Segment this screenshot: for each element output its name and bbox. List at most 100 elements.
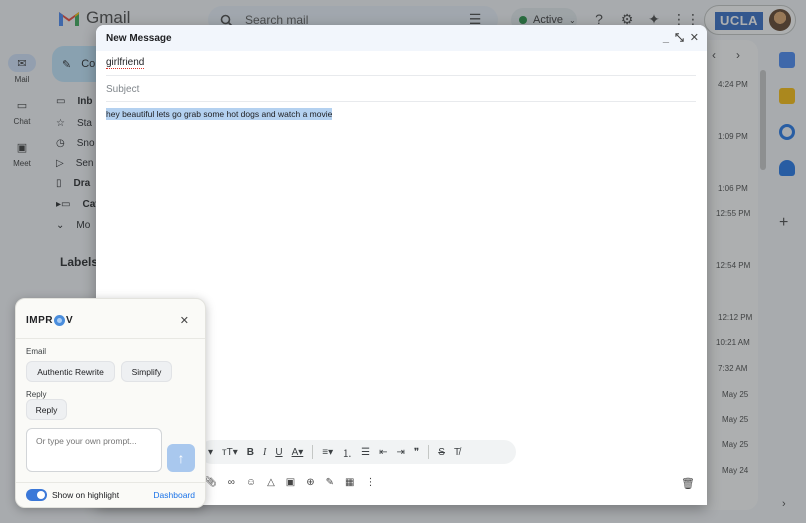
close-icon[interactable]: ✕ xyxy=(180,314,189,327)
folder-label: Inb xyxy=(77,96,93,107)
email-time: 1:06 PM xyxy=(718,184,748,193)
text-color-icon[interactable]: A▾ xyxy=(292,447,304,458)
folder-label: Sno xyxy=(76,138,95,149)
reply-section-label: Reply xyxy=(26,390,47,399)
star-icon: ☆ xyxy=(56,118,65,129)
to-field[interactable]: girlfriend xyxy=(106,51,696,76)
keep-icon[interactable] xyxy=(779,88,795,104)
email-section-label: Email xyxy=(26,347,47,356)
pencil-icon: ✎ xyxy=(62,58,72,71)
chevron-down-icon: ⌄ xyxy=(56,220,65,231)
prev-page-icon[interactable]: ‹ xyxy=(712,48,716,62)
next-page-icon[interactable]: › xyxy=(736,48,740,62)
bulleted-list-icon[interactable]: ☰ xyxy=(361,447,370,458)
subject-placeholder: Subject xyxy=(106,83,140,95)
arrow-up-icon: ↑ xyxy=(177,450,185,466)
clear-formatting-icon[interactable]: T̸ xyxy=(454,447,460,458)
label-icon: ▸▭ xyxy=(56,199,71,210)
email-time: 7:32 AM xyxy=(718,364,748,373)
toolbar-divider xyxy=(428,445,430,459)
indent-more-icon[interactable]: ⇥ xyxy=(396,447,404,458)
quote-icon[interactable]: ❞ xyxy=(414,447,419,458)
improv-panel: IMPR V ✕ Email Authentic Rewrite Simplify… xyxy=(15,298,206,508)
link-icon[interactable]: ∞ xyxy=(228,477,235,488)
toggle-label: Show on highlight xyxy=(52,490,120,500)
chat-icon: ▭ xyxy=(16,99,28,112)
improv-footer: Show on highlight Dashboard xyxy=(16,482,205,508)
indent-less-icon[interactable]: ⇤ xyxy=(379,447,387,458)
avatar[interactable] xyxy=(769,9,791,31)
nav-meet[interactable]: ▣ Meet xyxy=(0,138,44,169)
nav-mail[interactable]: ✉ Mail xyxy=(0,54,44,84)
contacts-icon[interactable] xyxy=(779,160,795,176)
mail-icon: ✉ xyxy=(8,54,36,72)
improv-logo-text: V xyxy=(66,315,74,326)
improv-o-icon xyxy=(54,315,65,326)
nav-label: Mail xyxy=(14,75,30,84)
org-badge: UCLA xyxy=(715,12,763,30)
close-icon[interactable]: ✕ xyxy=(690,31,699,45)
compose-title: New Message xyxy=(106,32,172,44)
add-addon-icon[interactable]: + xyxy=(779,214,788,232)
photo-icon[interactable]: ▣ xyxy=(286,477,295,488)
email-time: 10:21 AM xyxy=(716,338,750,347)
drive-icon[interactable]: △ xyxy=(267,477,275,488)
bold-icon[interactable]: B xyxy=(247,447,254,458)
show-on-highlight-toggle[interactable] xyxy=(26,489,47,501)
nav-label: Chat xyxy=(13,117,31,126)
simplify-button[interactable]: Simplify xyxy=(121,361,172,382)
trash-icon[interactable]: 🗑︎ xyxy=(681,477,695,490)
more-options-icon[interactable]: ⋮ xyxy=(365,477,375,488)
font-dropdown-icon[interactable]: ▾ xyxy=(208,447,213,458)
side-panel-bar: + › xyxy=(768,40,806,523)
email-time: 12:54 PM xyxy=(716,261,751,270)
folder-inbox[interactable]: ▭ Inb xyxy=(56,96,92,107)
subject-field[interactable]: Subject xyxy=(106,77,696,102)
signature-pen-icon[interactable]: ✎ xyxy=(326,477,334,488)
compose-label: Co xyxy=(81,58,96,70)
folder-snoozed[interactable]: ◷ Sno xyxy=(56,138,95,149)
authentic-rewrite-button[interactable]: Authentic Rewrite xyxy=(26,361,115,382)
folder-drafts[interactable]: ▯ Dra xyxy=(56,178,90,189)
compose-header[interactable]: New Message _ ⤡ ✕ xyxy=(96,25,707,51)
folder-categories[interactable]: ▸▭ Cat xyxy=(56,199,99,210)
improv-logo-text: IMPR xyxy=(26,315,53,326)
nav-chat[interactable]: ▭ Chat xyxy=(0,96,44,127)
folder-label: Mo xyxy=(76,220,91,231)
email-time: 4:24 PM xyxy=(718,80,748,89)
text-size-icon[interactable]: тT▾ xyxy=(222,447,238,458)
underline-icon[interactable]: U xyxy=(275,447,282,458)
email-time: May 24 xyxy=(722,466,749,475)
message-body[interactable]: hey beautiful lets go grab some hot dogs… xyxy=(106,108,333,120)
tasks-icon[interactable] xyxy=(779,124,795,140)
italic-icon[interactable]: I xyxy=(263,447,266,458)
calendar-icon[interactable] xyxy=(779,52,795,68)
reply-button[interactable]: Reply xyxy=(26,399,67,420)
nav-label: Meet xyxy=(13,159,31,168)
numbered-list-icon[interactable]: ⒈ xyxy=(342,445,352,460)
emoji-icon[interactable]: ☺ xyxy=(246,477,256,488)
folder-label: Sen xyxy=(75,158,94,169)
email-list-scrollbar[interactable] xyxy=(760,70,766,170)
schedule-icon[interactable]: ▦ xyxy=(345,477,354,488)
dashboard-link[interactable]: Dashboard xyxy=(153,490,195,500)
email-time: 12:55 PM xyxy=(716,209,751,218)
folder-label: Sta xyxy=(76,118,92,129)
folder-label: Dra xyxy=(73,178,91,189)
folder-sent[interactable]: ▷ Sen xyxy=(56,158,94,169)
strikethrough-icon[interactable]: S xyxy=(438,447,445,458)
account-switcher[interactable]: UCLA xyxy=(704,5,796,35)
custom-prompt-input[interactable] xyxy=(26,428,162,472)
folder-more[interactable]: ⌄ Mo xyxy=(56,220,90,231)
folder-starred[interactable]: ☆ Sta xyxy=(56,118,92,129)
fullscreen-icon[interactable]: ⤡ xyxy=(675,31,684,45)
expand-panel-icon[interactable]: › xyxy=(782,498,786,510)
email-time: 1:09 PM xyxy=(718,132,748,141)
send-prompt-button[interactable]: ↑ xyxy=(167,444,195,472)
minimize-icon[interactable]: _ xyxy=(663,31,669,45)
chevron-down-icon: ⌄ xyxy=(568,15,576,25)
email-time: May 25 xyxy=(722,390,749,399)
to-recipient: girlfriend xyxy=(106,57,145,69)
confidential-lock-icon[interactable]: ⊕ xyxy=(306,477,314,488)
align-icon[interactable]: ≡▾ xyxy=(322,447,333,458)
